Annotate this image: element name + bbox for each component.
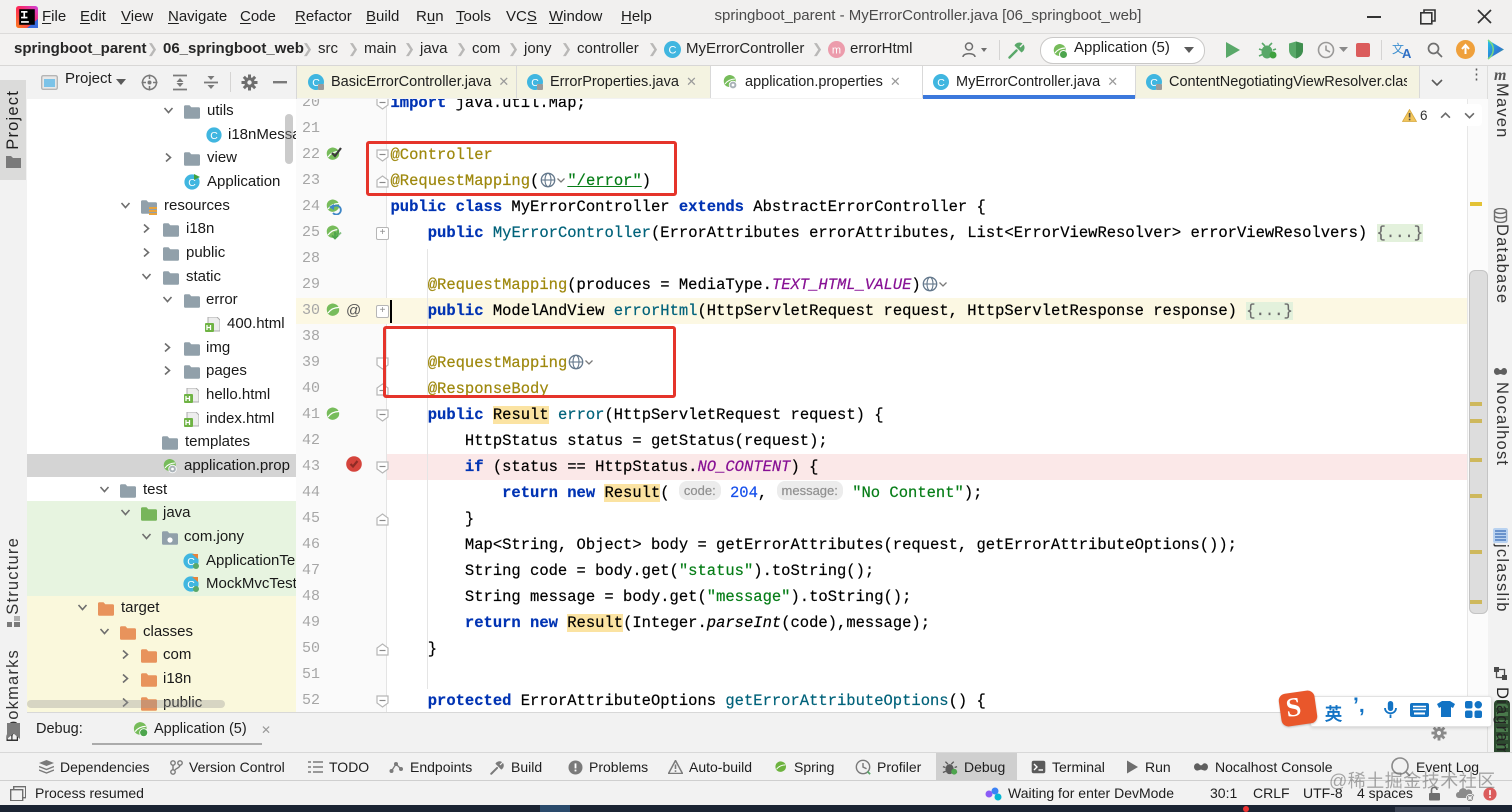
svg-text:C: C xyxy=(669,45,677,57)
svg-text:m: m xyxy=(832,45,841,57)
svg-text:A: A xyxy=(1402,46,1412,59)
svg-text:C: C xyxy=(937,77,945,89)
svg-text:C: C xyxy=(210,130,218,142)
